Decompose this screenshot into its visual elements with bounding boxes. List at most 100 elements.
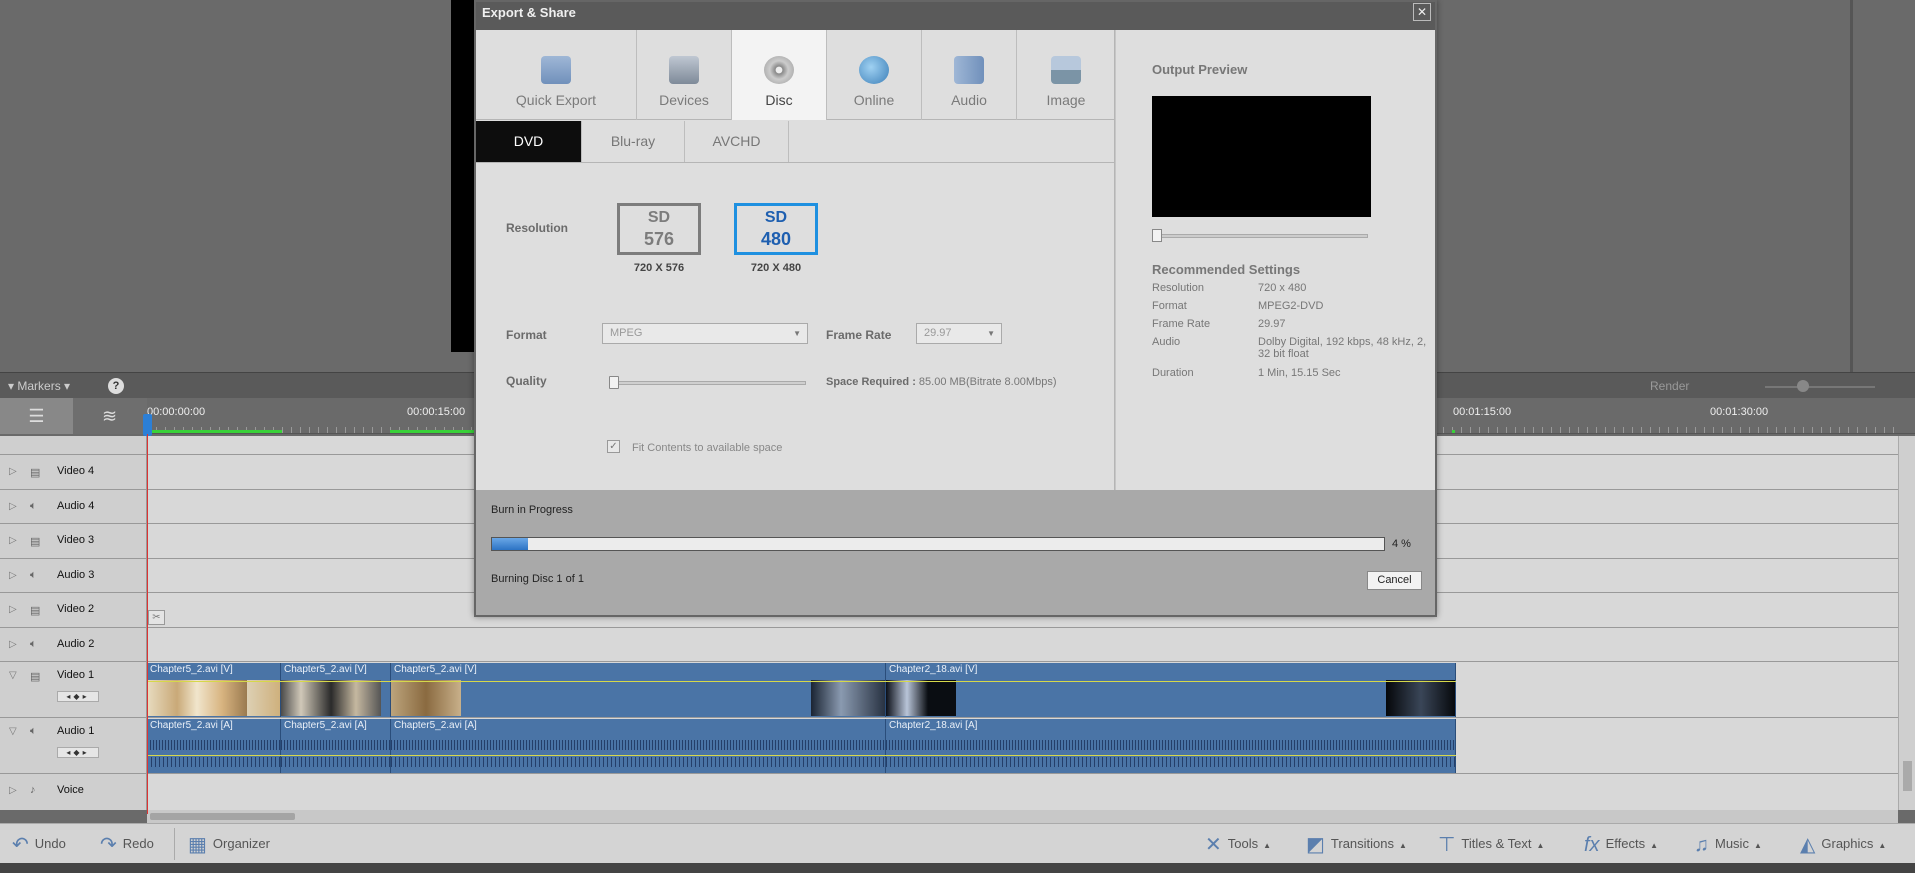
preview-scrubber[interactable] [1152,234,1368,238]
tab-quick-export[interactable]: Quick Export [476,30,637,120]
fit-contents-label: Fit Contents to available space [632,442,783,454]
tools-button[interactable]: ✕ Tools ▲ [1205,824,1271,864]
waveform [391,735,885,771]
redo-button[interactable]: ↷ Redo [100,824,154,864]
resolution-line2: 576 [643,229,675,249]
audio-clip[interactable]: Chapter5_2.avi [A] [391,719,886,773]
audio-clip[interactable]: Chapter2_18.avi [A] [886,719,1456,773]
subtab-avchd[interactable]: AVCHD [685,121,789,162]
video-clip[interactable]: Chapter5_2.avi [V] [391,663,886,717]
titles-text-button[interactable]: ⊤ Titles & Text ▲ [1438,824,1544,864]
render-button[interactable]: Render [1650,379,1689,393]
expand-triangle-icon[interactable]: ▷ [9,535,17,546]
track-body[interactable] [147,628,1898,661]
music-label: Music [1715,836,1749,851]
output-preview-screen [1152,96,1371,217]
thumbnail [886,680,956,716]
horizontal-scrollbar[interactable] [147,810,1898,823]
titles-label: Titles & Text [1461,836,1532,851]
resolution-option-sd480[interactable]: SD 480 [734,203,818,255]
subtab-dvd[interactable]: DVD [476,121,582,162]
audio-clip[interactable]: Chapter5_2.avi [A] [281,719,391,773]
waveform [886,735,1455,771]
subtab-blu-ray[interactable]: Blu-ray [582,121,685,162]
volume-line[interactable] [147,755,1456,756]
caret-icon: ▲ [1263,841,1272,850]
titles-icon: ⊤ [1438,833,1456,856]
preview-scrubber-knob[interactable] [1152,229,1162,242]
render-indicator [390,430,475,433]
scrollbar-thumb[interactable] [1903,761,1912,791]
video-clip[interactable]: Chapter5_2.avi [V] [281,663,391,717]
tab-devices[interactable]: Devices [637,30,732,120]
clip-label: Chapter5_2.avi [A] [150,720,233,731]
format-select[interactable]: MPEG ▼ [602,323,808,344]
collapse-triangle-icon[interactable]: ▽ [9,670,17,681]
close-icon[interactable]: ✕ [1413,3,1431,21]
timeline-view-icon[interactable]: ☰ [0,398,73,434]
collapse-triangle-icon[interactable]: ▽ [9,726,17,737]
track-body[interactable]: Chapter5_2.avi [A] Chapter5_2.avi [A] Ch… [147,718,1898,773]
tab-online[interactable]: Online [827,30,922,120]
progress-percent: 4 % [1392,538,1411,550]
quality-label: Quality [506,374,547,388]
expand-triangle-icon[interactable]: ▷ [9,466,17,477]
track-body[interactable]: Chapter5_2.avi [V] Chapter5_2.avi [V] Ch… [147,662,1898,717]
expand-triangle-icon[interactable]: ▷ [9,501,17,512]
zoom-slider-knob[interactable] [1797,380,1809,392]
track-name: Audio 4 [57,500,95,512]
clip-thumbnails [281,680,381,716]
expand-triangle-icon[interactable]: ▷ [9,639,17,650]
audio-view-icon[interactable]: ≋ [73,398,146,434]
graphics-button[interactable]: ◭ Graphics ▲ [1800,824,1886,864]
video-clip[interactable]: Chapter5_2.avi [V] [147,663,281,717]
music-button[interactable]: ♫ Music ▲ [1694,824,1762,864]
timecode-label: 00:00:00:00 [147,406,206,418]
resolution-line2: 480 [760,229,792,249]
expand-triangle-icon[interactable]: ▷ [9,604,17,615]
caret-icon: ▲ [1650,841,1658,850]
transitions-button[interactable]: ◩ Transitions ▲ [1306,824,1407,864]
keyframe-controls[interactable]: ◂◆▸ [57,691,99,702]
vertical-scrollbar[interactable] [1898,436,1915,810]
video-clip[interactable]: Chapter2_18.avi [V] [886,663,1456,717]
keyframe-controls[interactable]: ◂◆▸ [57,747,99,758]
cancel-button[interactable]: Cancel [1367,571,1422,590]
scissors-icon[interactable]: ✂ [148,610,165,625]
resolution-caption: 720 X 480 [750,262,802,274]
playhead-handle[interactable] [143,414,152,436]
film-icon: ▤ [30,605,41,617]
help-button[interactable]: ? [108,378,124,394]
tab-disc[interactable]: Disc [732,30,827,120]
tab-image[interactable]: Image [1017,30,1115,120]
thumbnail [197,680,247,716]
undo-label: Undo [34,836,66,851]
playhead-line [147,434,148,814]
resolution-option-sd576[interactable]: SD 576 [617,203,701,255]
tab-audio[interactable]: Audio [922,30,1017,120]
track-body[interactable] [147,774,1898,810]
quality-slider[interactable] [612,381,806,385]
graphics-label: Graphics [1821,836,1874,851]
expand-triangle-icon[interactable]: ▷ [9,785,17,796]
zoom-slider[interactable] [1765,386,1875,388]
quality-slider-knob[interactable] [609,376,619,389]
clip-label: Chapter5_2.avi [A] [284,720,367,731]
settings-key: Resolution [1152,282,1204,294]
opacity-line[interactable] [147,681,1456,682]
export-share-dialog: Export & Share ✕ Quick Export Devices Di… [474,0,1437,617]
undo-button[interactable]: ↶ Undo [12,824,66,864]
effects-button[interactable]: fx Effects ▲ [1584,824,1658,864]
scrollbar-thumb[interactable] [150,813,295,820]
audio-clip[interactable]: Chapter5_2.avi [A] [147,719,281,773]
organizer-button[interactable]: ▦ Organizer [188,824,270,864]
expand-triangle-icon[interactable]: ▷ [9,570,17,581]
fit-contents-checkbox[interactable]: ✓ [607,440,620,453]
track-voice: ▷ ♪ Voice [0,774,1915,810]
frame-rate-select[interactable]: 29.97 ▼ [916,323,1002,344]
output-preview-title: Output Preview [1152,62,1248,77]
undo-icon: ↶ [12,833,29,856]
caret-icon: ▲ [1536,841,1545,850]
settings-value: MPEG2-DVD [1258,300,1324,312]
markers-dropdown[interactable]: ▾ Markers ▾ [8,379,70,393]
